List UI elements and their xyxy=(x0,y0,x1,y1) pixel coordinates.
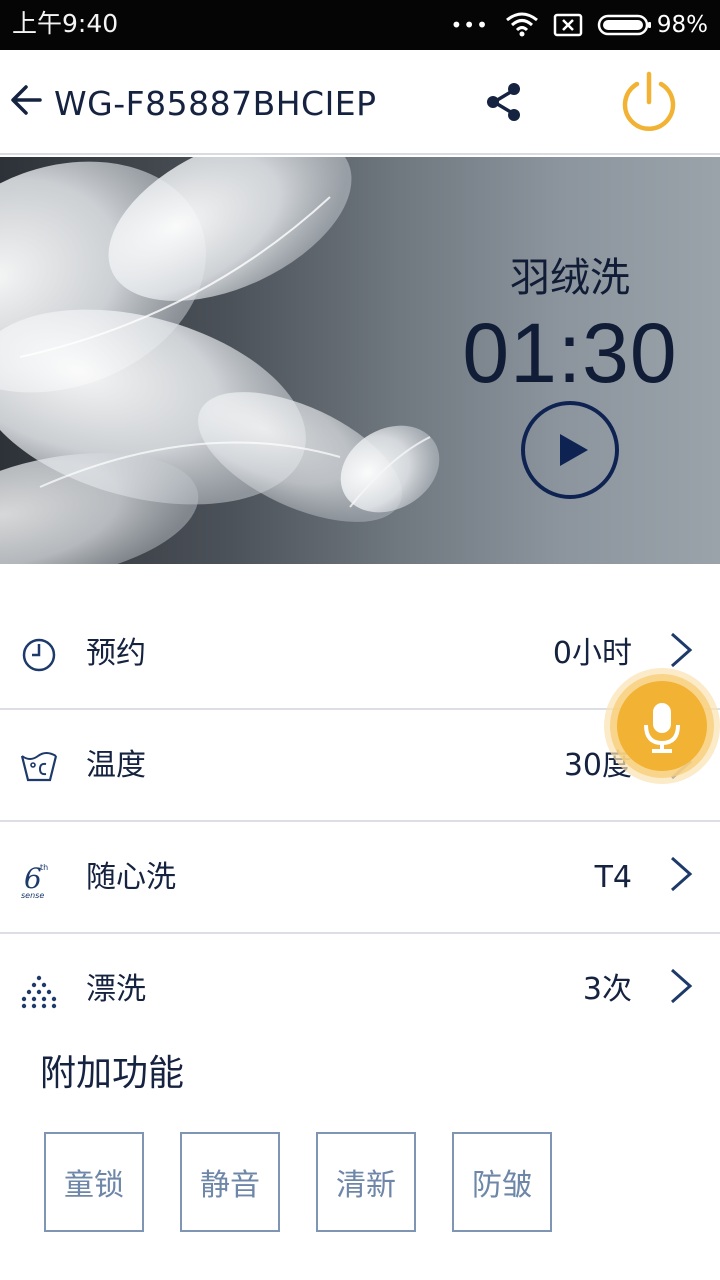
chevron-right-icon xyxy=(664,630,696,670)
play-button[interactable] xyxy=(520,400,620,500)
setting-label: 温度 xyxy=(86,748,146,783)
setting-value: 3次 xyxy=(582,972,632,1007)
svg-text:th: th xyxy=(40,863,48,872)
extras-buttons: 童锁 静音 清新 防皱 xyxy=(44,1132,588,1232)
device-title: WG-F85887BHCIEP xyxy=(54,84,377,123)
mute-button[interactable]: 静音 xyxy=(180,1132,280,1232)
play-icon xyxy=(521,401,619,499)
child-lock-button[interactable]: 童锁 xyxy=(44,1132,144,1232)
setting-value: T4 xyxy=(594,860,632,895)
temperature-icon xyxy=(18,746,60,788)
clock-icon xyxy=(18,634,60,676)
setting-row-rinse[interactable]: 漂洗 3次 xyxy=(0,934,720,1046)
battery-icon xyxy=(597,13,653,37)
status-bar: 上午9:40 ••• 98% xyxy=(0,0,720,50)
status-time: 上午9:40 xyxy=(12,9,119,38)
refresh-button[interactable]: 清新 xyxy=(316,1132,416,1232)
rinse-icon xyxy=(18,970,60,1012)
extras-title: 附加功能 xyxy=(40,1053,185,1094)
setting-row-sixth-sense[interactable]: 6 th sense 随心洗 T4 xyxy=(0,822,720,934)
setting-label: 随心洗 xyxy=(86,860,176,895)
program-banner: 羽绒洗 01:30 xyxy=(0,157,720,564)
sixth-sense-icon: 6 th sense xyxy=(18,858,60,900)
microphone-icon xyxy=(604,668,720,784)
chevron-right-icon xyxy=(664,966,696,1006)
settings-list: 预约 0小时 温度 30度 6 th sense 随心洗 T4 漂洗 3次 xyxy=(0,598,720,1046)
voice-button[interactable] xyxy=(603,667,720,784)
wifi-icon xyxy=(505,12,539,38)
battery-percent: 98% xyxy=(656,12,708,38)
app-header: WG-F85887BHCIEP xyxy=(0,50,720,155)
notification-dots: ••• xyxy=(450,13,489,37)
sim-off-icon xyxy=(553,13,583,37)
power-icon[interactable] xyxy=(617,70,681,134)
back-arrow-icon[interactable] xyxy=(8,80,48,120)
program-name: 羽绒洗 xyxy=(510,255,630,301)
status-icons: ••• 98% xyxy=(450,9,708,41)
setting-label: 漂洗 xyxy=(86,972,146,1007)
chevron-right-icon xyxy=(664,854,696,894)
anti-wrinkle-button[interactable]: 防皱 xyxy=(452,1132,552,1232)
svg-text:sense: sense xyxy=(21,891,44,900)
program-time: 01:30 xyxy=(462,306,678,400)
share-icon[interactable] xyxy=(482,80,526,124)
setting-label: 预约 xyxy=(86,636,146,671)
